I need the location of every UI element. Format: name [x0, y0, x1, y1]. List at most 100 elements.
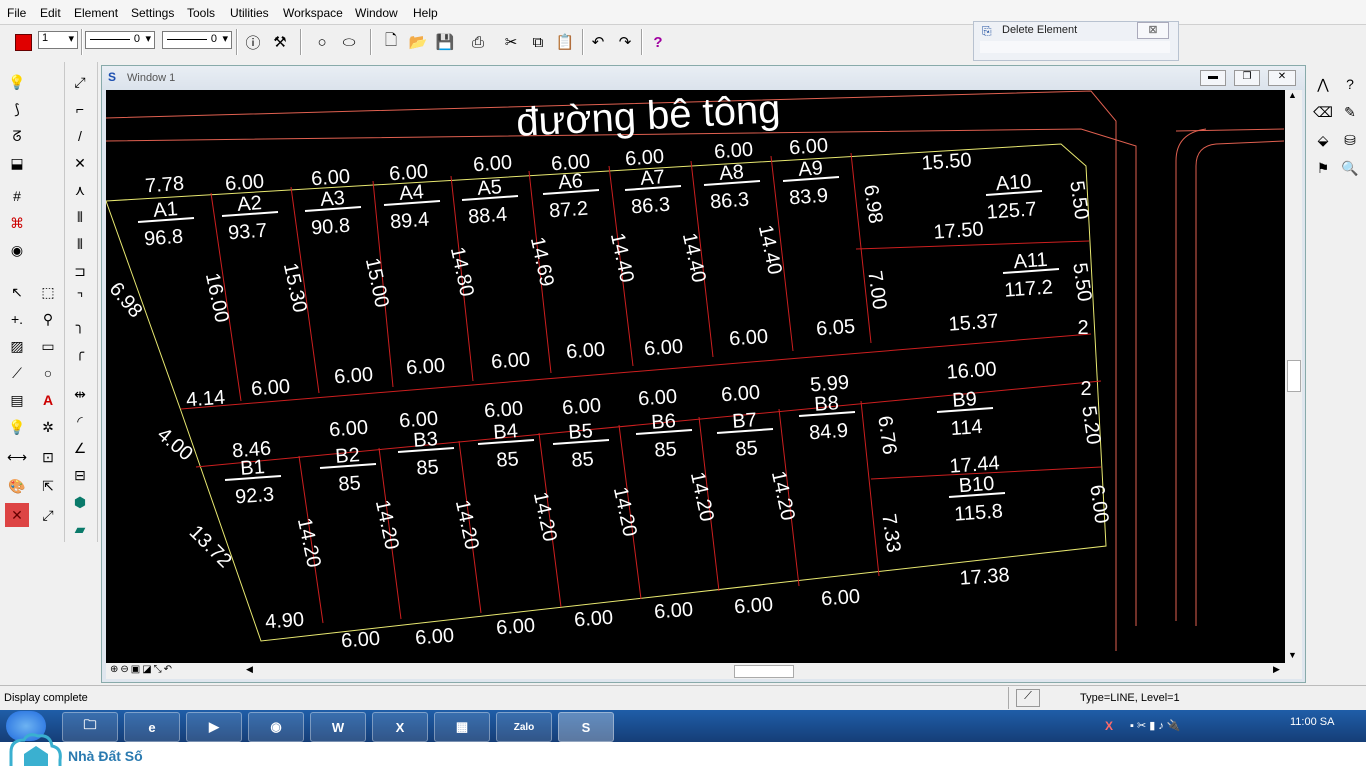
move-icon[interactable]: ⇱ — [36, 474, 60, 498]
taskbar-microstation-icon[interactable]: S — [558, 712, 614, 742]
cell-icon[interactable]: ⬓ — [5, 151, 29, 175]
polyline-icon[interactable]: ⋀ — [1311, 72, 1335, 96]
layer-icon[interactable]: ⛁ — [1338, 128, 1362, 152]
fence-icon[interactable]: ⟆ — [5, 97, 29, 121]
break-bulb-icon[interactable]: ⫴ — [68, 232, 92, 256]
new-file-icon[interactable]: 🗋 — [380, 31, 402, 53]
ellipse-icon[interactable]: ⬭ — [338, 31, 360, 53]
span-icon[interactable]: ⊟ — [68, 463, 92, 487]
arc-icon[interactable]: ◜ — [68, 409, 92, 433]
sparkle-icon[interactable]: ✲ — [36, 415, 60, 439]
taskbar-explorer-icon[interactable]: 🗀 — [62, 712, 118, 742]
flag-icon[interactable]: ⚑ — [1311, 156, 1335, 180]
dimension-icon[interactable]: ⟷ — [5, 445, 29, 469]
scale-icon[interactable]: ⤢ — [36, 503, 60, 527]
window-minimize-button[interactable]: ▬ — [1200, 70, 1226, 86]
menu-settings[interactable]: Settings — [131, 6, 174, 20]
undo-icon[interactable]: ↶ — [587, 31, 609, 53]
drop-icon[interactable]: ⌘ — [5, 211, 29, 235]
circle-icon[interactable]: ○ — [311, 31, 333, 53]
align-icon[interactable]: ⇹ — [68, 382, 92, 406]
rectangle-icon[interactable]: ▭ — [36, 334, 60, 358]
angle-icon[interactable]: ∠ — [68, 436, 92, 460]
tray-icons[interactable]: ▪ ✂ ▮ ♪ 🔌 — [1130, 719, 1181, 732]
target-icon[interactable]: ◉ — [5, 238, 29, 262]
drawing-canvas[interactable]: đường bê tông A1 96.8 A2 93.7 A3 90.8 A4 89.4 A5 8… — [106, 90, 1285, 663]
curve-query-icon[interactable]: ? — [1338, 72, 1362, 96]
level-combo[interactable]: 1 ▾ — [38, 31, 78, 49]
chamfer-icon[interactable]: ╭ — [68, 340, 92, 364]
taskbar-excel-icon[interactable]: X — [372, 712, 428, 742]
scroll-up-icon[interactable]: ▲ — [1288, 90, 1297, 100]
print-icon[interactable]: ⎙ — [467, 31, 489, 53]
info-icon[interactable]: ⓘ — [242, 31, 264, 53]
fill-icon[interactable]: ⬙ — [1311, 128, 1335, 152]
menu-help[interactable]: Help — [413, 6, 438, 20]
extend-icon[interactable]: ⊐ — [68, 259, 92, 283]
taskbar-chrome-icon[interactable]: ◉ — [248, 712, 304, 742]
menu-element[interactable]: Element — [74, 6, 118, 20]
bulb-icon[interactable]: 💡 — [5, 415, 29, 439]
place-point-icon[interactable]: +. — [5, 307, 29, 331]
vertical-scroll-thumb[interactable] — [1287, 360, 1301, 392]
line-tool-icon[interactable]: / — [68, 124, 92, 148]
copy-icon[interactable]: ⧉ — [527, 31, 549, 53]
open-folder-icon[interactable]: 📂 — [407, 31, 429, 53]
place-line-icon[interactable]: ⟋ — [5, 361, 29, 385]
line-style-combo[interactable]: 0 ▾ — [85, 31, 155, 49]
scroll-left-icon[interactable]: ◀ — [246, 664, 253, 675]
measure-icon[interactable]: ▤ — [5, 388, 29, 412]
menu-edit[interactable]: Edit — [40, 6, 61, 20]
menu-window[interactable]: Window — [355, 6, 398, 20]
element-selection-icon[interactable]: 💡 — [5, 70, 29, 94]
palette-icon[interactable]: 🎨 — [5, 474, 29, 498]
blob-icon[interactable]: ⬢ — [68, 490, 92, 514]
redo-icon[interactable]: ↷ — [614, 31, 636, 53]
taskbar-word-icon[interactable]: W — [310, 712, 366, 742]
dimension-box-icon[interactable]: ⊡ — [36, 445, 60, 469]
cut-icon[interactable]: ✂ — [500, 31, 522, 53]
dialog-close-button[interactable]: ⊠ — [1137, 22, 1169, 39]
save-icon[interactable]: 💾 — [434, 31, 456, 53]
trim-icon[interactable]: ⋏ — [68, 178, 92, 202]
corner-icon[interactable]: ⌝ — [68, 286, 92, 310]
menu-utilities[interactable]: Utilities — [230, 6, 269, 20]
view-controls-icon[interactable]: ⊕⊖▣◪⤡↶ — [110, 664, 174, 675]
window-zoom-icon[interactable]: ⤢ — [68, 70, 92, 94]
hatch-icon[interactable]: ▨ — [5, 334, 29, 358]
place-circle-icon[interactable]: ○ — [36, 361, 60, 385]
vertical-scrollbar[interactable]: ▲ ▼ — [1285, 90, 1302, 663]
eraser-icon[interactable]: ⌫ — [1311, 100, 1335, 124]
intersect-icon[interactable]: ✕ — [68, 151, 92, 175]
menu-tools[interactable]: Tools — [187, 6, 215, 20]
scroll-right-icon[interactable]: ▶ — [1273, 664, 1280, 675]
line-weight-combo[interactable]: 0 ▾ — [162, 31, 232, 49]
pencil-icon[interactable]: ✎ — [1338, 100, 1362, 124]
selection-box-icon[interactable]: ⬚ — [36, 280, 60, 304]
parallel-icon[interactable]: ⫴ — [68, 205, 92, 229]
taskbar-media-icon[interactable]: ▶ — [186, 712, 242, 742]
menu-workspace[interactable]: Workspace — [283, 6, 343, 20]
help-icon[interactable]: ? — [647, 31, 669, 53]
fillet-icon[interactable]: ╮ — [68, 313, 92, 337]
element-bulb-icon[interactable]: ⚲ — [36, 307, 60, 331]
place-text-icon[interactable]: A — [36, 388, 60, 412]
book-icon[interactable]: ▰ — [68, 517, 92, 541]
smartline-icon[interactable]: ᘔ — [5, 124, 29, 148]
delete-icon[interactable]: ✕ — [5, 503, 29, 527]
taskbar-calculator-icon[interactable]: ▦ — [434, 712, 490, 742]
modify-element-icon[interactable]: ⌐ — [68, 97, 92, 121]
zoom-icon[interactable]: 🔍 — [1338, 156, 1362, 180]
active-color-button[interactable] — [12, 31, 34, 53]
match-attributes-icon[interactable]: ⚒ — [269, 31, 291, 53]
taskbar-zalo-icon[interactable]: Zalo — [496, 712, 552, 742]
taskbar-ie-icon[interactable]: e — [124, 712, 180, 742]
horizontal-scroll-thumb[interactable] — [734, 665, 794, 678]
menu-file[interactable]: File — [7, 6, 26, 20]
window-close-button[interactable]: ✕ — [1268, 70, 1296, 86]
grid-icon[interactable]: # — [5, 184, 29, 208]
tray-antivirus-icon[interactable]: X — [1105, 719, 1113, 733]
select-arrow-icon[interactable]: ↖ — [5, 280, 29, 304]
paste-icon[interactable]: 📋 — [554, 31, 576, 53]
window-restore-button[interactable]: ❐ — [1234, 70, 1260, 86]
